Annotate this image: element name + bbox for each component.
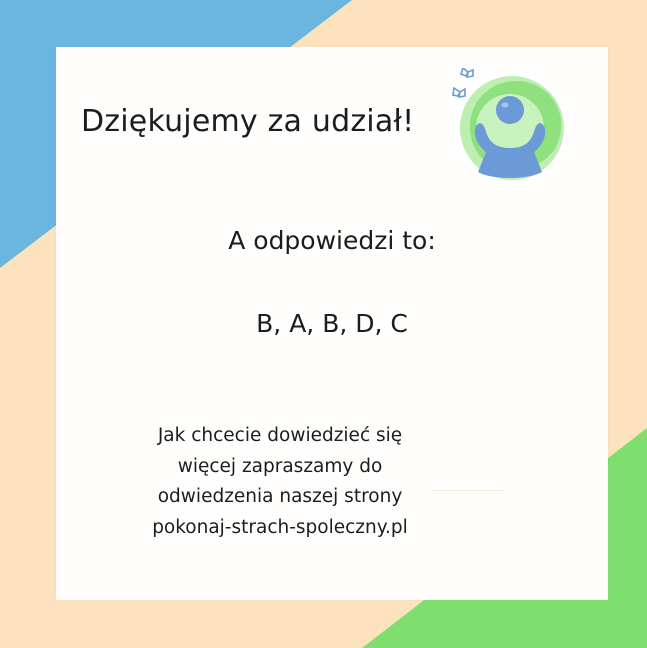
answers-list: B, A, B, D, C bbox=[256, 309, 408, 338]
info-line: Jak chcecie dowiedzieć się bbox=[157, 425, 403, 446]
answers-heading: A odpowiedzi to: bbox=[228, 226, 436, 255]
info-text: Jak chcecie dowiedzieć się więcej zapras… bbox=[100, 421, 460, 543]
thank-you-title: Dziękujemy za udział! bbox=[81, 104, 415, 139]
info-line: odwiedzenia naszej strony bbox=[157, 486, 403, 507]
person-raising-arms-icon bbox=[451, 68, 565, 185]
website-link: pokonaj-strach-spoleczny.pl bbox=[152, 516, 408, 538]
decorative-line bbox=[432, 490, 504, 491]
info-line: więcej zapraszamy do bbox=[177, 455, 383, 477]
